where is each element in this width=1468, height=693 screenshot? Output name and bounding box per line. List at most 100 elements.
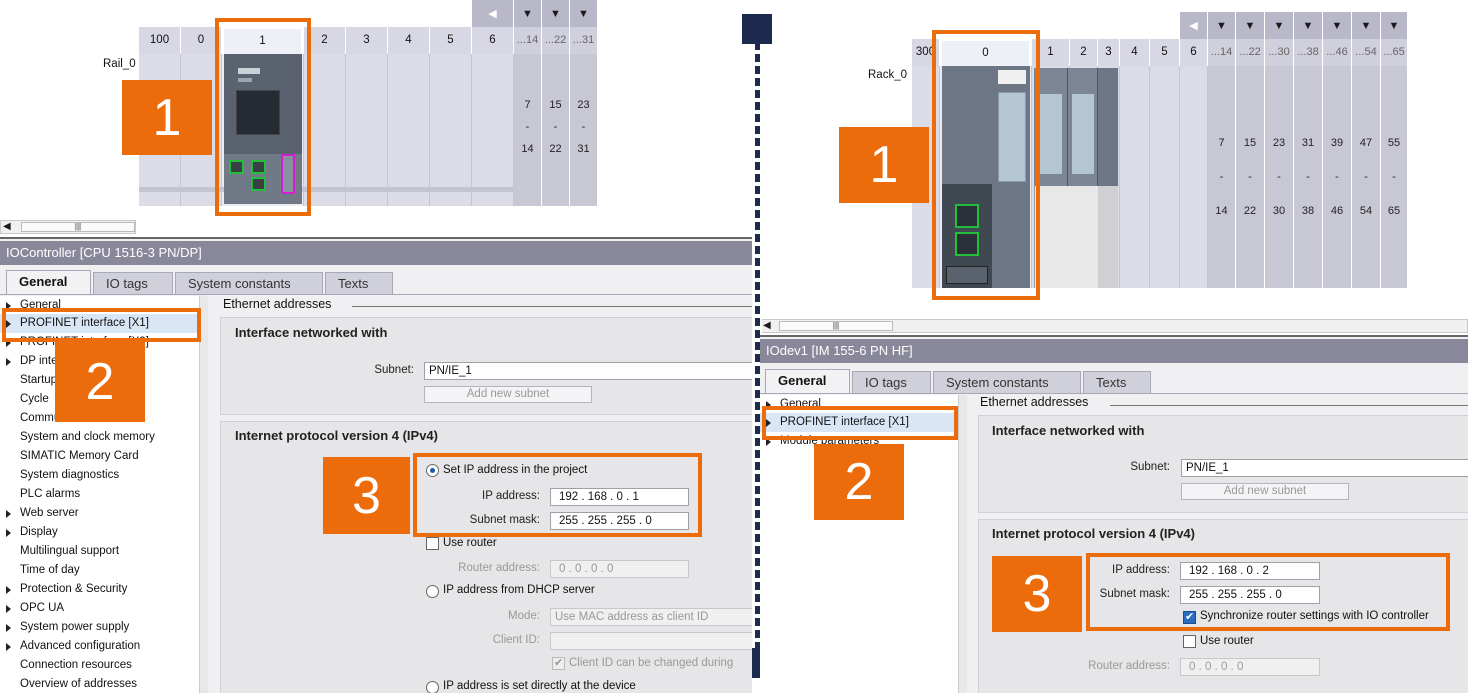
nav-scrollbar[interactable]: [199, 296, 208, 693]
terminal-block: [1068, 186, 1098, 288]
dhcp-radio[interactable]: [426, 585, 439, 598]
nav-label: System diagnostics: [20, 469, 120, 481]
nav-item[interactable]: Web server: [0, 504, 204, 523]
mode-label: Mode:: [508, 610, 540, 622]
callout-1: 1: [122, 80, 212, 155]
expand-icon[interactable]: [6, 529, 11, 537]
tab-bar: General IO tags System constants Texts: [765, 369, 1151, 393]
tab-system-constants[interactable]: System constants: [175, 272, 323, 294]
collapse-left-button[interactable]: ◀: [472, 0, 514, 27]
nav-item[interactable]: Display: [0, 523, 204, 542]
client-id-change-checkbox[interactable]: [552, 656, 565, 670]
expand-down-button[interactable]: ▼: [514, 0, 542, 27]
slot-header: 4: [388, 27, 430, 54]
nav-item[interactable]: SIMATIC Memory Card: [0, 447, 204, 466]
module-cover: [1072, 94, 1094, 174]
splitter-handle[interactable]: [742, 14, 772, 44]
panel-title: IOdev1 [IM 155-6 PN HF]: [760, 339, 1468, 363]
subnet-field[interactable]: PN/IE_1: [1181, 459, 1468, 477]
tab-texts[interactable]: Texts: [325, 272, 393, 294]
nav-label: System power supply: [20, 621, 130, 633]
tab-general[interactable]: General: [765, 369, 850, 393]
io-module[interactable]: [1098, 68, 1118, 288]
expand-down-button[interactable]: ▼: [1294, 12, 1323, 39]
slot-col[interactable]: [388, 54, 430, 206]
nav-item[interactable]: System and clock memory: [0, 428, 204, 447]
nav-item[interactable]: PLC alarms: [0, 485, 204, 504]
range-header: ...14: [1208, 39, 1235, 66]
nav-scrollbar[interactable]: [958, 395, 967, 693]
nav-item[interactable]: Multilingual support: [0, 542, 204, 561]
scroll-left-arrow[interactable]: ◀: [3, 221, 11, 232]
router-address-field[interactable]: 0 . 0 . 0 . 0: [550, 560, 689, 578]
slot-col[interactable]: [1180, 66, 1208, 288]
router-address-field[interactable]: 0 . 0 . 0 . 0: [1180, 658, 1320, 676]
nav-item[interactable]: Time of day: [0, 561, 204, 580]
scroll-thumb[interactable]: |||: [21, 222, 135, 232]
expand-icon[interactable]: [6, 605, 11, 613]
highlight-box-3: [413, 453, 702, 537]
left-properties-panel: IOController [CPU 1516-3 PN/DP] General …: [0, 237, 752, 693]
range-end: 30: [1272, 205, 1286, 217]
scroll-left-arrow[interactable]: ◀: [763, 320, 771, 331]
range-dash: -: [525, 121, 530, 133]
range-dash: -: [581, 121, 586, 133]
add-new-subnet-button[interactable]: Add new subnet: [424, 386, 592, 403]
use-router-label: Use router: [1200, 635, 1254, 647]
expand-icon[interactable]: [6, 358, 11, 366]
ip-direct-radio[interactable]: [426, 681, 439, 693]
nav-item[interactable]: Overview of addresses: [0, 675, 204, 693]
expand-icon[interactable]: [6, 643, 11, 651]
nav-label: Overview of addresses: [20, 678, 137, 690]
expand-icon[interactable]: [6, 586, 11, 594]
io-module[interactable]: [1068, 68, 1098, 288]
expand-down-button[interactable]: ▼: [570, 0, 598, 27]
slot-col[interactable]: [1150, 66, 1180, 288]
slot-col[interactable]: [472, 54, 514, 206]
expand-down-button[interactable]: ▼: [1352, 12, 1381, 39]
expand-down-button[interactable]: ▼: [1236, 12, 1265, 39]
section-title: Internet protocol version 4 (IPv4): [235, 428, 438, 443]
nav-item[interactable]: Protection & Security: [0, 580, 204, 599]
tab-general[interactable]: General: [6, 270, 91, 294]
slot-col[interactable]: [346, 54, 388, 206]
tab-io-tags[interactable]: IO tags: [852, 371, 931, 393]
subnet-field[interactable]: PN/IE_1: [424, 362, 752, 380]
tab-texts[interactable]: Texts: [1083, 371, 1151, 393]
slot-col[interactable]: [430, 54, 472, 206]
expand-down-button[interactable]: ▼: [542, 0, 570, 27]
slot-header: 5: [1150, 39, 1180, 66]
scroll-thumb[interactable]: |||: [779, 321, 893, 331]
mode-select[interactable]: Use MAC address as client ID: [550, 608, 752, 626]
range-start: 55: [1387, 137, 1401, 149]
tab-io-tags[interactable]: IO tags: [93, 272, 173, 294]
expand-down-button[interactable]: ▼: [1265, 12, 1294, 39]
section-rule: [352, 306, 752, 307]
horizontal-scrollbar[interactable]: ◀ |||: [760, 319, 1468, 333]
horizontal-scrollbar[interactable]: ◀ |||: [0, 220, 136, 234]
nav-item[interactable]: Advanced configuration: [0, 637, 204, 656]
range-header: ...65: [1381, 39, 1407, 66]
left-device-view: 100 0 1 2 3 4 5 6 ◀ ▼ ▼ ▼ ...14 7 - 14 .…: [0, 0, 752, 237]
collapse-left-button[interactable]: ◀: [1180, 12, 1208, 39]
nav-item[interactable]: Connection resources: [0, 656, 204, 675]
range-start: 7: [1218, 137, 1225, 149]
expand-down-button[interactable]: ▼: [1208, 12, 1236, 39]
expand-icon[interactable]: [6, 510, 11, 518]
tab-system-constants[interactable]: System constants: [933, 371, 1081, 393]
nav-item[interactable]: OPC UA: [0, 599, 204, 618]
expand-down-button[interactable]: ▼: [1381, 12, 1408, 39]
range-end: 46: [1330, 205, 1344, 217]
expand-down-button[interactable]: ▼: [1323, 12, 1352, 39]
dhcp-label: IP address from DHCP server: [443, 584, 595, 596]
use-router-checkbox[interactable]: [1183, 635, 1196, 648]
nav-item[interactable]: System power supply: [0, 618, 204, 637]
client-id-field[interactable]: [550, 632, 752, 650]
expand-icon[interactable]: [6, 624, 11, 632]
slot-col[interactable]: [1120, 66, 1150, 288]
use-router-checkbox[interactable]: [426, 537, 439, 550]
nav-item[interactable]: System diagnostics: [0, 466, 204, 485]
add-new-subnet-button[interactable]: Add new subnet: [1181, 483, 1349, 500]
section-header: Ethernet addresses: [223, 297, 332, 311]
range-header: ...31: [570, 27, 597, 54]
